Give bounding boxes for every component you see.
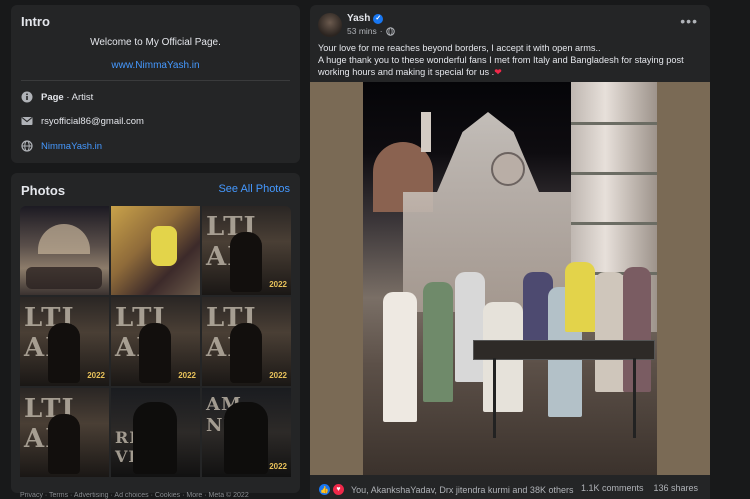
intro-bio: Welcome to My Official Page. <box>90 37 221 48</box>
love-reaction-icon: ♥ <box>332 483 345 496</box>
photo-grid: LTI AI 2022 LTI AI 2022 LTI AI 2022 LTI AI 2… <box>20 206 291 486</box>
figure-shape <box>139 323 171 383</box>
poster-year: 2022 <box>269 280 287 289</box>
intro-title: Intro <box>21 14 50 29</box>
intro-email-row: rsyofficial86@gmail.com <box>21 115 144 127</box>
crowd-shape <box>26 267 102 289</box>
intro-category-row: Page · Artist <box>21 91 93 103</box>
table-shape <box>473 340 655 360</box>
person <box>383 292 417 422</box>
person <box>565 262 595 332</box>
avatar[interactable] <box>318 13 342 37</box>
table-leg <box>633 358 636 438</box>
reactions-text[interactable]: You, AkankshaYadav, Drx jitendra kurmi a… <box>351 485 573 495</box>
cathedral-shape <box>38 224 90 254</box>
engagement-counts: 1.1K comments 136 shares <box>581 483 698 493</box>
photo-tile[interactable]: LTI AI 2022 <box>202 297 291 386</box>
post-author[interactable]: Yash ✓ <box>347 13 384 24</box>
info-icon <box>21 91 33 103</box>
tower-stripe <box>571 222 657 225</box>
figure-shape <box>133 402 177 474</box>
poster-year: 2022 <box>87 371 105 380</box>
heart-emoji: ❤ <box>494 67 502 77</box>
poster-year: 2022 <box>269 462 287 471</box>
person <box>423 282 453 402</box>
rose-window <box>491 152 525 186</box>
post-card: Yash ✓ 53 mins · ••• Your love for me re… <box>310 5 710 499</box>
photo-tile[interactable]: LTI AI 2022 <box>111 297 200 386</box>
intro-divider <box>21 80 290 81</box>
more-options-button[interactable]: ••• <box>680 13 698 29</box>
figure-shape <box>224 402 268 474</box>
category-value: · Artist <box>63 91 94 103</box>
photo-tile[interactable]: LTI AI 2022 <box>20 297 109 386</box>
photo-tile[interactable]: LTI AI <box>20 388 109 477</box>
figure-shape <box>48 323 80 383</box>
photo-tile[interactable]: AM NEE2022 <box>202 388 291 477</box>
person <box>455 272 485 382</box>
tower-stripe <box>571 122 657 125</box>
figure-shape <box>230 323 262 383</box>
website-link[interactable]: NimmaYash.in <box>41 141 102 152</box>
see-all-photos-link[interactable]: See All Photos <box>218 183 290 195</box>
person-shape <box>151 226 177 266</box>
intro-card: Intro Welcome to My Official Page. www.N… <box>11 5 300 163</box>
figure-shape <box>230 232 262 292</box>
photos-card: Photos See All Photos LTI AI 2022 LTI AI 2… <box>11 173 300 493</box>
footer-links[interactable]: Privacy · Terms · Advertising · Ad choic… <box>20 492 300 499</box>
person <box>623 267 651 392</box>
tower-stripe <box>571 172 657 175</box>
reactions-summary[interactable]: 👍 ♥ You, AkankshaYadav, Drx jitendra kur… <box>318 483 573 496</box>
person <box>595 272 625 392</box>
figure-shape <box>48 414 80 474</box>
poster-year: 2022 <box>178 371 196 380</box>
post-text-line: Your love for me reaches beyond borders,… <box>318 43 601 53</box>
post-text: Your love for me reaches beyond borders,… <box>318 42 698 78</box>
like-reaction-icon: 👍 <box>318 483 331 496</box>
photo-tile[interactable] <box>20 206 109 295</box>
spire-shape <box>421 112 431 152</box>
post-time[interactable]: 53 mins <box>347 26 377 36</box>
shares-count[interactable]: 136 shares <box>653 483 698 493</box>
comments-count[interactable]: 1.1K comments <box>581 483 644 493</box>
verified-badge-icon: ✓ <box>373 13 384 24</box>
photo-tile[interactable]: LTI AI 2022 <box>202 206 291 295</box>
photo-tile[interactable] <box>111 206 200 295</box>
photos-title: Photos <box>21 183 66 198</box>
intro-website-row: NimmaYash.in <box>21 140 102 152</box>
poster-year: 2022 <box>269 371 287 380</box>
photo-tile[interactable]: RIL VIDE <box>111 388 200 477</box>
globe-icon <box>21 140 33 152</box>
table-leg <box>493 358 496 438</box>
post-meta: 53 mins · <box>347 26 395 36</box>
mail-icon <box>21 117 33 125</box>
post-photo-image <box>363 82 657 475</box>
author-name[interactable]: Yash <box>347 13 370 24</box>
category-label: Page <box>41 91 64 103</box>
globe-icon <box>385 26 395 36</box>
intro-website-link[interactable]: www.NimmaYash.in <box>11 60 300 71</box>
post-photo[interactable] <box>310 82 710 475</box>
email-text[interactable]: rsyofficial86@gmail.com <box>41 116 144 127</box>
